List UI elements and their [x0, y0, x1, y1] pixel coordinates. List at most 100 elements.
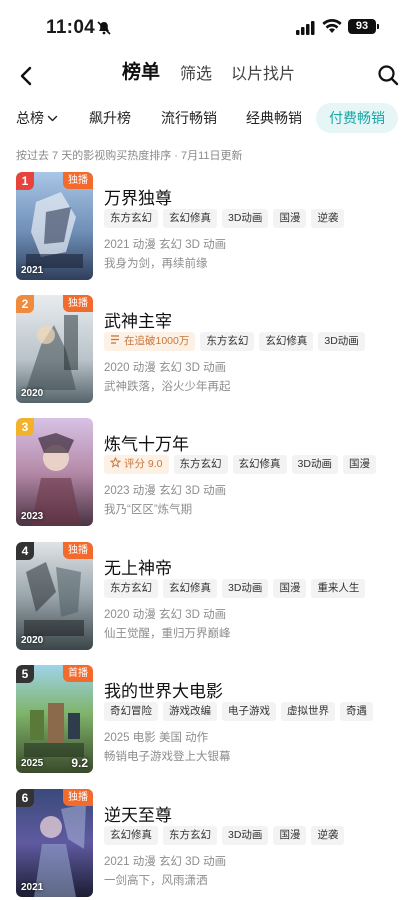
poster[interactable]: 1 独播 2021: [16, 172, 93, 280]
tag[interactable]: 重来人生: [311, 579, 366, 598]
tag[interactable]: 国漫: [273, 579, 307, 598]
tag[interactable]: 东方玄幻: [173, 455, 228, 474]
poster[interactable]: 2 独播 2020: [16, 295, 93, 403]
tag[interactable]: 电子游戏: [222, 702, 276, 721]
poster[interactable]: 6 独播 2021: [16, 789, 93, 897]
item-title[interactable]: 逆天至尊: [104, 801, 172, 826]
rating-tag-label: 评分 9.0: [124, 458, 163, 470]
ranking-subtabs: 总榜 飙升榜 流行畅销 经典畅销 付费畅销: [0, 103, 415, 135]
subtab-paid[interactable]: 付费畅销: [316, 103, 398, 133]
exclusive-badge: 独播: [63, 295, 93, 312]
tag[interactable]: 东方玄幻: [104, 209, 158, 228]
item-description: 一剑高下，风雨潇洒: [104, 875, 208, 887]
tag[interactable]: 玄幻修真: [259, 332, 314, 351]
premiere-badge: 首播: [63, 665, 93, 682]
tag[interactable]: 3D动画: [318, 332, 365, 351]
status-bar: 11:04 93: [0, 0, 415, 54]
tag-list: 评分 9.0 东方玄幻 玄幻修真 3D动画 国漫: [104, 455, 381, 475]
item-title[interactable]: 武神主宰: [104, 307, 172, 332]
tab-rankings[interactable]: 榜单: [122, 61, 160, 85]
tab-filter[interactable]: 筛选: [180, 63, 212, 87]
item-meta: 2025 电影 美国 动作: [104, 732, 209, 744]
tag[interactable]: 游戏改编: [163, 702, 217, 721]
tag-list: 玄幻修真 东方玄幻 3D动画 国漫 逆袭: [104, 826, 349, 846]
wifi-icon: [322, 18, 342, 33]
tag-list: 东方玄幻 玄幻修真 3D动画 国漫 重来人生: [104, 579, 370, 599]
item-meta: 2020 动漫 玄幻 3D 动画: [104, 362, 227, 374]
rank-badge: 1: [16, 172, 34, 190]
rank-badge: 3: [16, 418, 34, 436]
tag[interactable]: 国漫: [342, 455, 376, 474]
exclusive-badge: 独播: [63, 172, 93, 189]
list-item[interactable]: 4 独播 2020 无上神帝 东方玄幻 玄幻修真 3D动画 国漫 重来人生 2020 动…: [0, 542, 415, 662]
list-item[interactable]: 6 独播 2021 逆天至尊 玄幻修真 东方玄幻 3D动画 国漫 逆袭 2021 动漫 …: [0, 789, 415, 900]
tag[interactable]: 3D动画: [222, 826, 269, 845]
tag[interactable]: 东方玄幻: [163, 826, 217, 845]
tag[interactable]: 3D动画: [222, 579, 269, 598]
item-description: 武神跌落，浴火少年再起: [104, 381, 231, 393]
back-arrow-icon[interactable]: [14, 63, 40, 89]
tag[interactable]: 玄幻修真: [163, 579, 217, 598]
poster-score: 9.2: [71, 756, 88, 770]
list-item[interactable]: 2 独播 2020 武神主宰 在追破1000万 东方玄幻 玄幻修真 3D动画 2020…: [0, 295, 415, 415]
rating-tag[interactable]: 评分 9.0: [104, 455, 169, 474]
popularity-tag[interactable]: 在追破1000万: [104, 332, 196, 351]
subtab-classic[interactable]: 经典畅销: [246, 103, 302, 133]
tag[interactable]: 东方玄幻: [104, 579, 158, 598]
tag[interactable]: 3D动画: [222, 209, 269, 228]
tag-list: 奇幻冒险 游戏改编 电子游戏 虚拟世界 奇遇: [104, 702, 378, 722]
battery-indicator: 93: [348, 19, 376, 34]
tag[interactable]: 国漫: [273, 826, 307, 845]
subtab-rising[interactable]: 飙升榜: [89, 103, 131, 133]
item-description: 我乃“区区”炼气期: [104, 504, 193, 516]
tab-find-by-film[interactable]: 以片找片: [231, 63, 295, 87]
tag[interactable]: 逆袭: [311, 209, 345, 228]
signal-icon: [296, 21, 315, 35]
battery-cap: [377, 24, 379, 29]
tag[interactable]: 奇幻冒险: [104, 702, 158, 721]
item-description: 仙王觉醒，重归万界巅峰: [104, 628, 231, 640]
poster[interactable]: 3 2023: [16, 418, 93, 526]
rank-badge: 5: [16, 665, 34, 683]
poster-year: 2023: [21, 511, 44, 522]
list-icon: [111, 335, 119, 344]
chevron-down-icon: [47, 115, 58, 121]
list-item[interactable]: 5 首播 2025 9.2 我的世界大电影 奇幻冒险 游戏改编 电子游戏 虚拟世界 奇遇…: [0, 665, 415, 785]
item-title[interactable]: 我的世界大电影: [104, 677, 223, 702]
item-description: 我身为剑，再续前缘: [104, 258, 208, 270]
tag[interactable]: 玄幻修真: [232, 455, 287, 474]
item-meta: 2023 动漫 玄幻 3D 动画: [104, 485, 227, 497]
tag[interactable]: 逆袭: [311, 826, 345, 845]
subtab-popular[interactable]: 流行畅销: [161, 103, 217, 133]
top-nav: 榜单 筛选 以片找片: [0, 54, 415, 98]
poster[interactable]: 4 独播 2020: [16, 542, 93, 650]
ranking-hint: 按过去 7 天的影视购买热度排序 · 7月11日更新: [16, 150, 243, 162]
poster-year: 2021: [21, 265, 44, 276]
rank-badge: 6: [16, 789, 34, 807]
tag-list: 在追破1000万 东方玄幻 玄幻修真 3D动画: [104, 332, 370, 352]
item-title[interactable]: 无上神帝: [104, 554, 172, 579]
poster[interactable]: 5 首播 2025 9.2: [16, 665, 93, 773]
tag[interactable]: 3D动画: [291, 455, 338, 474]
item-title[interactable]: 炼气十万年: [104, 430, 189, 455]
subtab-label: 总榜: [16, 110, 44, 126]
tag[interactable]: 玄幻修真: [163, 209, 217, 228]
list-item[interactable]: 3 2023 炼气十万年 评分 9.0 东方玄幻 玄幻修真 3D动画 国漫 2023 动…: [0, 418, 415, 538]
rank-badge: 4: [16, 542, 34, 560]
search-icon[interactable]: [376, 63, 400, 87]
item-meta: 2020 动漫 玄幻 3D 动画: [104, 609, 227, 621]
tag[interactable]: 国漫: [273, 209, 307, 228]
tag[interactable]: 奇遇: [340, 702, 373, 721]
star-icon: [110, 457, 121, 468]
tag-list: 东方玄幻 玄幻修真 3D动画 国漫 逆袭: [104, 209, 349, 229]
list-item[interactable]: 1 独播 2021 万界独尊 东方玄幻 玄幻修真 3D动画 国漫 逆袭 2021 动漫 …: [0, 172, 415, 292]
tag[interactable]: 东方玄幻: [200, 332, 255, 351]
item-meta: 2021 动漫 玄幻 3D 动画: [104, 239, 227, 251]
tag[interactable]: 虚拟世界: [281, 702, 335, 721]
subtab-overall[interactable]: 总榜: [16, 103, 58, 133]
item-meta: 2021 动漫 玄幻 3D 动画: [104, 856, 227, 868]
poster-year: 2025: [21, 758, 44, 769]
exclusive-badge: 独播: [63, 789, 93, 806]
tag[interactable]: 玄幻修真: [104, 826, 158, 845]
item-title[interactable]: 万界独尊: [104, 184, 172, 209]
